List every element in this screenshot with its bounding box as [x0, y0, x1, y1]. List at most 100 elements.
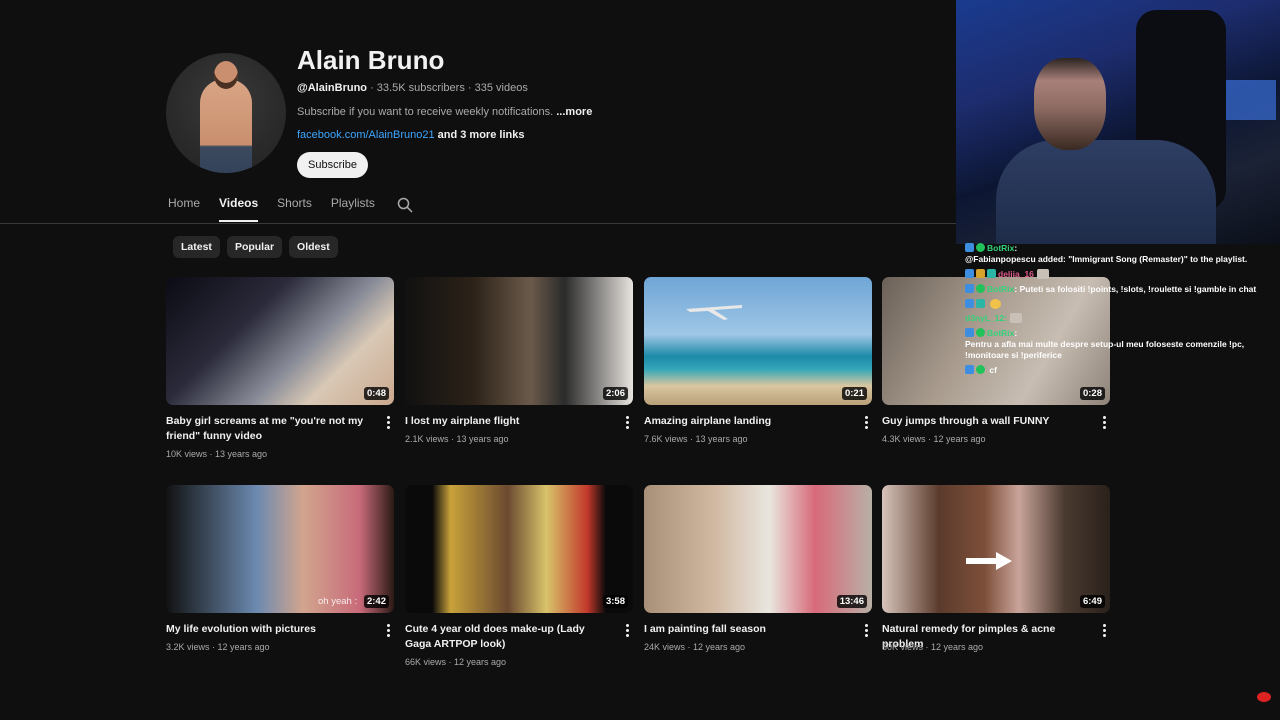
badge-icon: [965, 299, 974, 308]
chat-username: BotRix: [987, 243, 1015, 253]
channel-description[interactable]: Subscribe if you want to receive weekly …: [297, 106, 592, 118]
verified-badge-icon: [976, 243, 985, 252]
chip-latest[interactable]: Latest: [173, 236, 220, 258]
video-views: 50K views: [882, 642, 924, 652]
video-views: 24K views: [644, 642, 686, 652]
video-meta: 4.3K views · 12 years ago: [882, 434, 986, 444]
tab-playlists[interactable]: Playlists: [331, 196, 375, 222]
badge-icon: [976, 269, 985, 278]
video-title[interactable]: I am painting fall season: [644, 622, 849, 637]
kebab-menu-icon[interactable]: [387, 624, 391, 639]
kebab-menu-icon[interactable]: [387, 416, 391, 431]
video-duration: 13:46: [836, 595, 867, 608]
kebab-menu-icon[interactable]: [626, 624, 630, 639]
channel-title: Alain Bruno: [297, 45, 445, 75]
video-duration: 6:49: [1079, 595, 1105, 608]
chat-text: Puteti sa folositi !points, !slots, !rou…: [1019, 284, 1257, 294]
kebab-menu-icon[interactable]: [1103, 624, 1107, 639]
chat-username: BotRix: [987, 328, 1015, 338]
chip-oldest[interactable]: Oldest: [289, 236, 338, 258]
video-views: 10K views: [166, 449, 208, 459]
kebab-menu-icon[interactable]: [1103, 416, 1107, 431]
video-card[interactable]: 0:48 Baby girl screams at me "you're not…: [166, 277, 394, 459]
channel-stats: · 33.5K subscribers · 335 videos: [367, 82, 528, 94]
video-meta: 66K views · 12 years ago: [405, 657, 507, 667]
badge-icon: [987, 269, 996, 278]
video-title[interactable]: Amazing airplane landing: [644, 414, 849, 429]
badge-icon: [965, 243, 974, 252]
tab-videos[interactable]: Videos: [219, 196, 259, 222]
chip-popular[interactable]: Popular: [226, 236, 283, 258]
more-links-link[interactable]: and 3 more links: [435, 129, 525, 141]
video-age: 13 years ago: [456, 434, 509, 444]
video-thumbnail[interactable]: 0:48: [166, 277, 394, 405]
chat-text: cf: [989, 365, 997, 375]
kebab-menu-icon[interactable]: [865, 624, 869, 639]
video-meta: 50K views · 12 years ago: [882, 642, 984, 652]
video-age: 12 years ago: [693, 642, 746, 652]
verified-badge-icon: [976, 284, 985, 293]
video-card[interactable]: 6:49 Natural remedy for pimples & acne p…: [882, 485, 1110, 652]
video-views: 2.1K views: [405, 434, 449, 444]
video-title[interactable]: Cute 4 year old does make-up (Lady Gaga …: [405, 622, 610, 652]
video-views: 3.2K views: [166, 642, 210, 652]
video-age: 13 years ago: [215, 449, 268, 459]
video-thumbnail[interactable]: 3:58: [405, 485, 633, 613]
video-duration: 3:58: [602, 595, 628, 608]
tab-home[interactable]: Home: [168, 196, 200, 222]
video-age: 12 years ago: [933, 434, 986, 444]
channel-tabs: Home Videos Shorts Playlists: [168, 196, 394, 222]
airplane-icon: [686, 305, 742, 320]
stream-logo-icon: [1257, 692, 1271, 702]
verified-badge-icon: [976, 328, 985, 337]
avatar-figure: [200, 79, 252, 173]
video-meta: 2.1K views · 13 years ago: [405, 434, 509, 444]
video-title[interactable]: Baby girl screams at me "you're not my f…: [166, 414, 371, 444]
video-thumbnail[interactable]: 2:06: [405, 277, 633, 405]
channel-avatar[interactable]: [166, 53, 286, 173]
video-age: 12 years ago: [454, 657, 507, 667]
video-duration: 0:28: [1079, 387, 1105, 400]
description-more-link[interactable]: ...more: [556, 106, 592, 118]
badge-icon: [976, 299, 985, 308]
channel-facebook-link[interactable]: facebook.com/AlainBruno21: [297, 129, 435, 141]
chat-message: [965, 299, 1275, 309]
verified-badge-icon: [976, 365, 985, 374]
video-thumbnail[interactable]: 6:49: [882, 485, 1110, 613]
video-card[interactable]: 13:46 I am painting fall season 24K view…: [644, 485, 872, 652]
chat-username: d3nyL_12:: [965, 313, 1008, 323]
video-thumbnail[interactable]: 13:46: [644, 485, 872, 613]
chat-text: @Fabianpopescu added: "Immigrant Song (R…: [965, 254, 1248, 264]
video-age: 12 years ago: [217, 642, 270, 652]
kebab-menu-icon[interactable]: [626, 416, 630, 431]
chat-message: cf: [965, 365, 1275, 376]
chat-message: BotRix: @Fabianpopescu added: "Immigrant…: [965, 243, 1248, 264]
video-title[interactable]: My life evolution with pictures: [166, 622, 371, 637]
video-thumbnail[interactable]: 0:21: [644, 277, 872, 405]
video-duration: 0:48: [363, 387, 389, 400]
arrow-icon: [966, 552, 1012, 570]
emote-icon: [1010, 313, 1023, 323]
video-age: 12 years ago: [931, 642, 984, 652]
chat-text: Pentru a afla mai multe despre setup-ul …: [965, 339, 1245, 360]
video-card[interactable]: 2:06 I lost my airplane flight 2.1K view…: [405, 277, 633, 444]
search-icon[interactable]: [397, 197, 413, 213]
chat-message: BotRix: Pentru a afla mai multe despre s…: [965, 328, 1275, 361]
tabs-divider: [0, 223, 956, 224]
video-card[interactable]: 0:21 Amazing airplane landing 7.6K views…: [644, 277, 872, 444]
avatar-head: [214, 61, 238, 89]
subscribe-button[interactable]: Subscribe: [297, 152, 368, 178]
tab-shorts[interactable]: Shorts: [277, 196, 312, 222]
video-title[interactable]: I lost my airplane flight: [405, 414, 610, 429]
video-card[interactable]: oh yeah : 2:42 My life evolution with pi…: [166, 485, 394, 652]
video-views: 4.3K views: [882, 434, 926, 444]
video-card[interactable]: 3:58 Cute 4 year old does make-up (Lady …: [405, 485, 633, 667]
badge-icon: [965, 284, 974, 293]
kebab-menu-icon[interactable]: [865, 416, 869, 431]
video-meta: 10K views · 13 years ago: [166, 449, 268, 459]
chat-username: BotRix: [987, 284, 1015, 294]
chat-message: d3nyL_12:: [965, 313, 1275, 324]
channel-meta: @AlainBruno · 33.5K subscribers · 335 vi…: [297, 82, 528, 94]
video-thumbnail[interactable]: oh yeah : 2:42: [166, 485, 394, 613]
video-title[interactable]: Guy jumps through a wall FUNNY: [882, 414, 1087, 429]
